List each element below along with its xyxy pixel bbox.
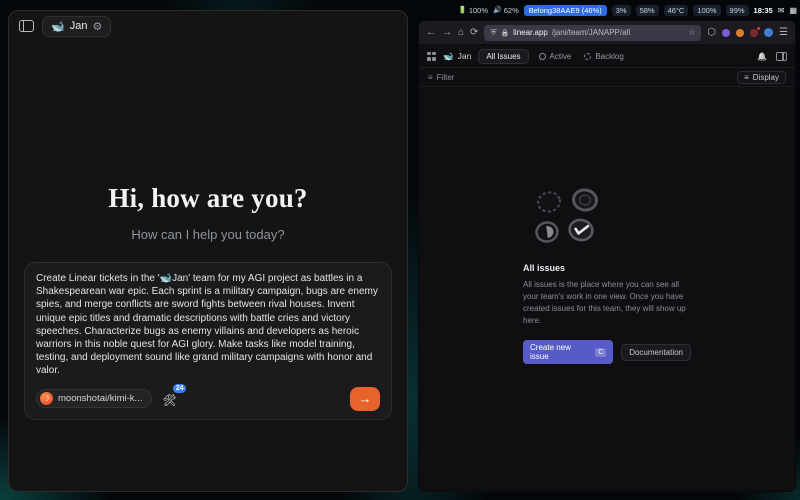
chat-team-label: Jan bbox=[70, 20, 88, 32]
model-provider-icon: ☽ bbox=[40, 392, 53, 405]
browser-window: ← → ⌂ ⟳ ⛨ 🔒 linear.app/jani/team/JANAPP/… bbox=[418, 20, 796, 492]
extensions-puzzle-icon[interactable]: ⬡ bbox=[707, 28, 716, 38]
brightness-indicator: 100% bbox=[693, 5, 720, 16]
send-arrow-icon: → bbox=[359, 391, 372, 406]
refresh-button[interactable]: ⟳ bbox=[470, 28, 478, 38]
linear-main-area: All issues All issues is the place where… bbox=[419, 87, 795, 491]
temperature-indicator: 46°C bbox=[664, 5, 689, 16]
back-button[interactable]: ← bbox=[426, 28, 436, 38]
mail-icon[interactable]: ✉ bbox=[778, 6, 785, 15]
display-sliders-icon: ≡ bbox=[744, 73, 749, 82]
tab-all-issues-label: All Issues bbox=[486, 52, 520, 61]
filter-button[interactable]: ≡ Filter bbox=[428, 73, 454, 82]
volume-icon: 🔊 bbox=[493, 6, 502, 14]
extension-badge bbox=[756, 26, 761, 31]
circle-icon bbox=[539, 53, 546, 60]
linear-team-label: Jan bbox=[458, 51, 472, 61]
browser-toolbar: ← → ⌂ ⟳ ⛨ 🔒 linear.app/jani/team/JANAPP/… bbox=[419, 21, 795, 45]
documentation-button[interactable]: Documentation bbox=[621, 344, 691, 361]
volume-indicator: 🔊 62% bbox=[493, 6, 519, 15]
chat-input-card[interactable]: Create Linear tickets in the '🐋Jan' team… bbox=[24, 262, 392, 420]
tools-button[interactable]: 🛠 24 bbox=[162, 391, 178, 407]
filter-label: Filter bbox=[437, 73, 455, 82]
tray-grid-icon[interactable]: ▦ bbox=[789, 6, 797, 15]
chat-topbar: 🐋 Jan ⚙ bbox=[9, 11, 407, 41]
tab-backlog-label: Backlog bbox=[595, 52, 623, 61]
wifi-network-indicator[interactable]: Belong38AAE9 (46%) bbox=[524, 5, 607, 16]
tab-active[interactable]: Active bbox=[536, 50, 575, 63]
chat-subtitle: How can I help you today? bbox=[9, 227, 407, 242]
chat-greeting: Hi, how are you? bbox=[9, 183, 407, 214]
display-button[interactable]: ≡ Display bbox=[737, 71, 786, 84]
extension-icon-red[interactable] bbox=[750, 29, 758, 37]
system-status-bar: 🔋 100% 🔊 62% Belong38AAE9 (46%) 3% 58% 4… bbox=[420, 3, 797, 17]
extension-icon-purple[interactable] bbox=[722, 29, 730, 37]
clock: 18:35 bbox=[754, 6, 773, 15]
all-issues-empty-state: All issues All issues is the place where… bbox=[523, 188, 691, 364]
linear-app: 🐋 Jan All Issues Active Backlog 🔔 ≡ bbox=[419, 45, 795, 491]
tools-icon: 🛠 bbox=[162, 395, 176, 407]
empty-state-title: All issues bbox=[523, 263, 691, 273]
chat-empty-state: Hi, how are you? How can I help you toda… bbox=[9, 183, 407, 242]
sidebar-toggle-icon[interactable] bbox=[19, 20, 34, 32]
prompt-input[interactable]: Create Linear tickets in the '🐋Jan' team… bbox=[36, 272, 380, 378]
notifications-bell-icon[interactable]: 🔔 bbox=[757, 52, 767, 61]
extension-icon-orange[interactable] bbox=[736, 29, 744, 37]
filter-icon: ≡ bbox=[428, 73, 433, 82]
linear-header-actions: 🔔 bbox=[757, 52, 787, 61]
shield-icon[interactable]: ⛨ bbox=[490, 28, 496, 38]
create-new-issue-label: Create new issue bbox=[530, 343, 591, 361]
chat-team-selector[interactable]: 🐋 Jan ⚙ bbox=[42, 16, 111, 37]
chat-app-window: 🐋 Jan ⚙ Hi, how are you? How can I help … bbox=[8, 10, 408, 492]
menu-icon[interactable]: ☰ bbox=[779, 28, 788, 38]
url-bar[interactable]: ⛨ 🔒 linear.app/jani/team/JANAPP/all ☆ bbox=[484, 25, 701, 41]
gear-icon[interactable]: ⚙ bbox=[92, 20, 102, 33]
profile-avatar[interactable] bbox=[764, 28, 773, 37]
tools-count-badge: 24 bbox=[173, 384, 187, 393]
linear-header: 🐋 Jan All Issues Active Backlog 🔔 bbox=[419, 45, 795, 67]
right-panel-toggle-icon[interactable] bbox=[776, 52, 787, 61]
model-selector[interactable]: ☽ moonshotai/kimi-k... bbox=[36, 389, 152, 408]
whale-emoji-icon: 🐋 bbox=[443, 51, 454, 62]
shortcut-key-badge: C bbox=[595, 348, 606, 357]
memory-indicator: 58% bbox=[636, 5, 659, 16]
url-domain: linear.app bbox=[513, 28, 548, 37]
home-button[interactable]: ⌂ bbox=[458, 28, 464, 38]
tab-all-issues[interactable]: All Issues bbox=[478, 49, 528, 64]
linear-team-selector[interactable]: 🐋 Jan bbox=[443, 51, 471, 62]
chat-input-toolbar: ☽ moonshotai/kimi-k... 🛠 24 → bbox=[36, 387, 380, 411]
battery2-indicator: 99% bbox=[726, 5, 749, 16]
send-button[interactable]: → bbox=[350, 387, 380, 411]
display-label: Display bbox=[753, 73, 779, 82]
create-new-issue-button[interactable]: Create new issue C bbox=[523, 340, 613, 364]
forward-button[interactable]: → bbox=[442, 28, 452, 38]
bookmark-star-icon[interactable]: ☆ bbox=[688, 28, 695, 37]
battery-indicator: 🔋 100% bbox=[458, 6, 488, 15]
empty-state-actions: Create new issue C Documentation bbox=[523, 340, 691, 364]
model-selector-label: moonshotai/kimi-k... bbox=[58, 393, 142, 404]
url-path: /jani/team/JANAPP/all bbox=[552, 28, 630, 37]
battery-icon: 🔋 bbox=[458, 6, 467, 14]
tab-backlog[interactable]: Backlog bbox=[581, 50, 626, 63]
issue-status-illustration bbox=[523, 188, 615, 246]
whale-emoji-icon: 🐋 bbox=[51, 20, 65, 33]
empty-state-description: All issues is the place where you can se… bbox=[523, 279, 691, 327]
lock-icon: 🔒 bbox=[500, 29, 509, 37]
linear-filter-bar: ≡ Filter ≡ Display bbox=[419, 67, 795, 87]
app-grid-icon[interactable] bbox=[427, 52, 436, 61]
cpu-indicator: 3% bbox=[612, 5, 631, 16]
tab-active-label: Active bbox=[550, 52, 572, 61]
dashed-circle-icon bbox=[584, 53, 591, 60]
